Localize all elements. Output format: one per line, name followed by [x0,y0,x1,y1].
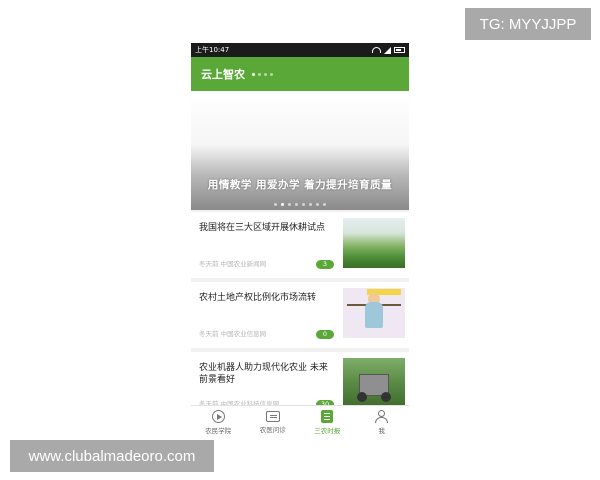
chat-icon [265,411,280,422]
tab-me[interactable]: 我 [355,406,410,439]
tab-label: 农医问诊 [259,426,286,434]
tab-farmer-academy[interactable]: 农民学院 [191,406,246,439]
title-indicator [252,72,273,76]
tab-label: 农民学院 [205,427,232,435]
pagination-dot[interactable] [302,203,305,206]
machine-wheel [381,392,391,402]
news-item[interactable]: 农村土地产权比例化市场流转 冬天前 中国农业信息网 0 [191,282,409,348]
watermark-bottom: www.clubalmadeoro.com [10,440,214,472]
pagination-dot[interactable] [288,203,291,206]
banner-carousel[interactable]: 用情教学 用爱办学 着力提升培育质量 [191,91,409,210]
news-title: 我国将在三大区域开展休耕试点 [199,223,326,233]
app-title: 云上智农 [201,68,245,81]
indicator-dot [252,72,255,76]
cartoon-figure [365,302,383,328]
pagination-dot[interactable] [309,203,312,206]
user-icon [375,410,389,423]
news-title: 农业机器人助力现代化农业 未来前景看好 [199,363,328,385]
signal-icon [384,46,391,54]
page: TG: MYYJJPP 上午10:47 云上智农 用情教学 用爱办学 着力提升培… [0,0,600,480]
cartoon-image [343,288,405,338]
watermark-top: TG: MYYJJPP [465,8,591,40]
pagination-dot[interactable] [274,203,277,206]
status-bar: 上午10:47 [191,43,409,57]
pagination-dot[interactable] [323,203,326,206]
phone-screen: 上午10:47 云上智农 用情教学 用爱办学 着力提升培育质量 我国将在三大区域… [191,43,409,439]
comment-count-badge: 3 [316,260,334,269]
indicator-dot [258,72,261,76]
tab-agri-consult[interactable]: 农医问诊 [246,406,301,439]
news-item[interactable]: 我国将在三大区域开展休耕试点 冬天前 中国农业新闻网 3 [191,212,409,278]
wifi-icon [372,47,381,53]
news-meta: 冬天前 中国农业新闻网 [199,260,267,268]
news-icon [321,410,334,423]
pagination-dot[interactable] [316,203,319,206]
play-icon [211,410,225,423]
status-time: 上午10:47 [195,46,230,54]
pagination-dot[interactable] [281,203,284,206]
status-icons [372,46,405,54]
bottom-tab-bar: 农民学院 农医问诊 三农时报 我 [191,405,409,439]
indicator-dot [270,72,273,76]
news-list: 我国将在三大区域开展休耕试点 冬天前 中国农业新闻网 3 农村土地产权比例化市场… [191,210,409,418]
indicator-dot [264,72,267,76]
battery-icon [394,47,405,53]
tab-label: 三农时报 [314,427,341,435]
app-header: 云上智农 [191,57,409,91]
banner-caption: 用情教学 用爱办学 着力提升培育质量 [207,179,393,191]
tab-label: 我 [378,427,386,435]
comment-count-badge: 0 [316,330,334,339]
news-title: 农村土地产权比例化市场流转 [199,293,317,303]
farmland-image [343,218,405,268]
tab-sannong-news[interactable]: 三农时报 [300,406,355,439]
pagination-dot[interactable] [295,203,298,206]
machine-image [343,358,405,408]
banner-pagination [191,203,409,206]
news-meta: 冬天前 中国农业信息网 [199,330,267,338]
machine-wheel [357,392,367,402]
